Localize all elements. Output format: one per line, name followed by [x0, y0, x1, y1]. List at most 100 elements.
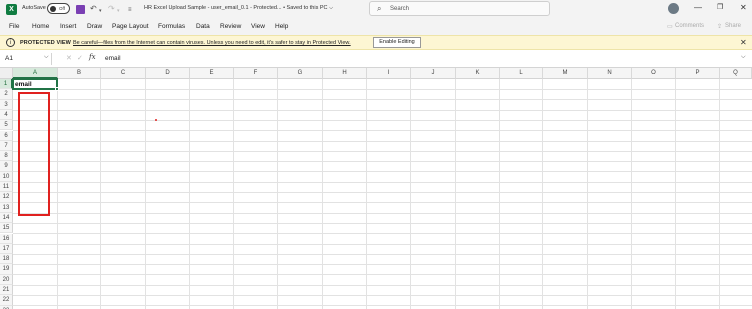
menu-help[interactable]: Help: [275, 23, 288, 30]
row-header-10[interactable]: 10: [0, 171, 13, 182]
excel-window: X AutoSave Off ↶ ▾ ↷ ▾ ≡ HR Excel Upload…: [0, 0, 752, 309]
row-header-16[interactable]: 16: [0, 233, 13, 244]
spreadsheet-grid[interactable]: A B C D E F G H I J K L M N O P Q 1 2 3 4 5 6 7 8 9 10 11 12 13 14 15 16…: [0, 68, 752, 309]
row-header-12[interactable]: 12: [0, 192, 13, 203]
avatar[interactable]: [668, 3, 679, 14]
row-header-23[interactable]: 23: [0, 305, 13, 309]
redo-dropdown-icon[interactable]: ▾: [117, 6, 120, 16]
menu-home[interactable]: Home: [32, 23, 49, 30]
menu-review[interactable]: Review: [220, 23, 241, 30]
column-header-j[interactable]: J: [411, 68, 456, 79]
row-header-9[interactable]: 9: [0, 161, 13, 172]
row-header-14[interactable]: 14: [0, 212, 13, 224]
gridline: [13, 89, 752, 90]
search-box[interactable]: ⌕ Search: [369, 1, 550, 16]
column-header-q[interactable]: Q: [720, 68, 752, 79]
column-header-m[interactable]: M: [543, 68, 588, 79]
row-header-7[interactable]: 7: [0, 140, 13, 152]
excel-logo-icon: X: [6, 4, 17, 15]
gridline: [13, 233, 752, 235]
column-header-c[interactable]: C: [101, 68, 146, 79]
gridline: [13, 264, 752, 266]
column-header-n[interactable]: N: [588, 68, 632, 79]
column-header-b[interactable]: B: [58, 68, 101, 79]
close-icon[interactable]: ✕: [740, 3, 747, 12]
row-header-6[interactable]: 6: [0, 130, 13, 141]
gridline: [13, 161, 752, 163]
column-header-e[interactable]: E: [190, 68, 234, 79]
row-header-21[interactable]: 21: [0, 285, 13, 296]
annotation-dot: [155, 119, 157, 121]
undo-icon[interactable]: ↶: [90, 4, 97, 14]
gridline: [13, 192, 752, 193]
formula-input[interactable]: email: [105, 55, 121, 62]
row-header-13[interactable]: 13: [0, 202, 13, 213]
customize-toolbar-icon[interactable]: ≡: [128, 5, 132, 15]
info-icon: i: [6, 38, 15, 47]
column-header-h[interactable]: H: [323, 68, 367, 79]
redo-icon[interactable]: ↷: [108, 4, 115, 14]
enable-editing-button[interactable]: Enable Editing: [373, 37, 421, 48]
minimize-icon[interactable]: —: [694, 3, 702, 12]
comments-button[interactable]: Comments: [675, 23, 704, 29]
gridline: [13, 140, 752, 142]
search-placeholder: Search: [390, 6, 410, 12]
gridline: [13, 171, 752, 173]
expand-formula-bar-icon[interactable]: ⌵: [741, 54, 746, 61]
menu-data[interactable]: Data: [196, 23, 210, 30]
row-header-18[interactable]: 18: [0, 254, 13, 265]
row-header-2[interactable]: 2: [0, 89, 13, 100]
share-button[interactable]: Share: [725, 23, 741, 29]
fill-handle[interactable]: [55, 87, 59, 91]
row-header-5[interactable]: 5: [0, 120, 13, 131]
title-bar: X AutoSave Off ↶ ▾ ↷ ▾ ≡ HR Excel Upload…: [0, 0, 752, 19]
menu-page-layout[interactable]: Page Layout: [112, 23, 149, 30]
insert-function-icon[interactable]: fx: [89, 53, 96, 61]
gridline: [13, 243, 752, 245]
menu-formulas[interactable]: Formulas: [158, 23, 185, 30]
row-header-15[interactable]: 15: [0, 223, 13, 234]
gridline: [13, 99, 752, 101]
search-icon: ⌕: [377, 4, 382, 13]
row-header-20[interactable]: 20: [0, 274, 13, 285]
column-header-p[interactable]: P: [676, 68, 720, 79]
autosave-state: Off: [59, 6, 65, 11]
undo-dropdown-icon[interactable]: ▾: [99, 6, 102, 16]
autosave-toggle[interactable]: Off: [47, 3, 70, 14]
column-header-o[interactable]: O: [632, 68, 676, 79]
menu-draw[interactable]: Draw: [87, 23, 102, 30]
restore-icon[interactable]: ❐: [717, 3, 723, 11]
gridline: [13, 150, 752, 152]
gridline: [13, 130, 752, 132]
protected-view-message[interactable]: Be careful—files from the Internet can c…: [73, 40, 351, 46]
row-header-11[interactable]: 11: [0, 182, 13, 193]
menu-file[interactable]: File: [9, 23, 19, 30]
menu-bar: File Home Insert Draw Page Layout Formul…: [0, 19, 752, 35]
row-header-22[interactable]: 22: [0, 295, 13, 306]
column-header-k[interactable]: K: [456, 68, 500, 79]
column-header-g[interactable]: G: [278, 68, 323, 79]
protected-view-bar: i PROTECTED VIEW Be careful—files from t…: [0, 35, 752, 50]
menu-insert[interactable]: Insert: [60, 23, 76, 30]
column-header-l[interactable]: L: [500, 68, 543, 79]
row-header-4[interactable]: 4: [0, 109, 13, 121]
annotation-rectangle: [18, 92, 50, 216]
document-title[interactable]: HR Excel Upload Sample - user_email_0.1 …: [144, 5, 333, 12]
row-header-17[interactable]: 17: [0, 243, 13, 255]
menu-view[interactable]: View: [251, 23, 265, 30]
gridline: [13, 181, 752, 183]
column-header-d[interactable]: D: [146, 68, 190, 79]
gridline: [13, 222, 752, 224]
close-icon[interactable]: ✕: [740, 38, 747, 47]
column-header-i[interactable]: I: [367, 68, 411, 79]
gridline: [13, 202, 752, 204]
row-header-8[interactable]: 8: [0, 151, 13, 162]
chevron-down-icon[interactable]: ⌵: [44, 54, 49, 61]
autosave-label: AutoSave: [22, 5, 46, 11]
share-icon: ⇪: [717, 24, 723, 30]
column-header-f[interactable]: F: [234, 68, 278, 79]
row-header-3[interactable]: 3: [0, 99, 13, 110]
save-icon[interactable]: [76, 5, 85, 14]
row-header-19[interactable]: 19: [0, 264, 13, 275]
check-icon: ✓: [77, 55, 83, 62]
